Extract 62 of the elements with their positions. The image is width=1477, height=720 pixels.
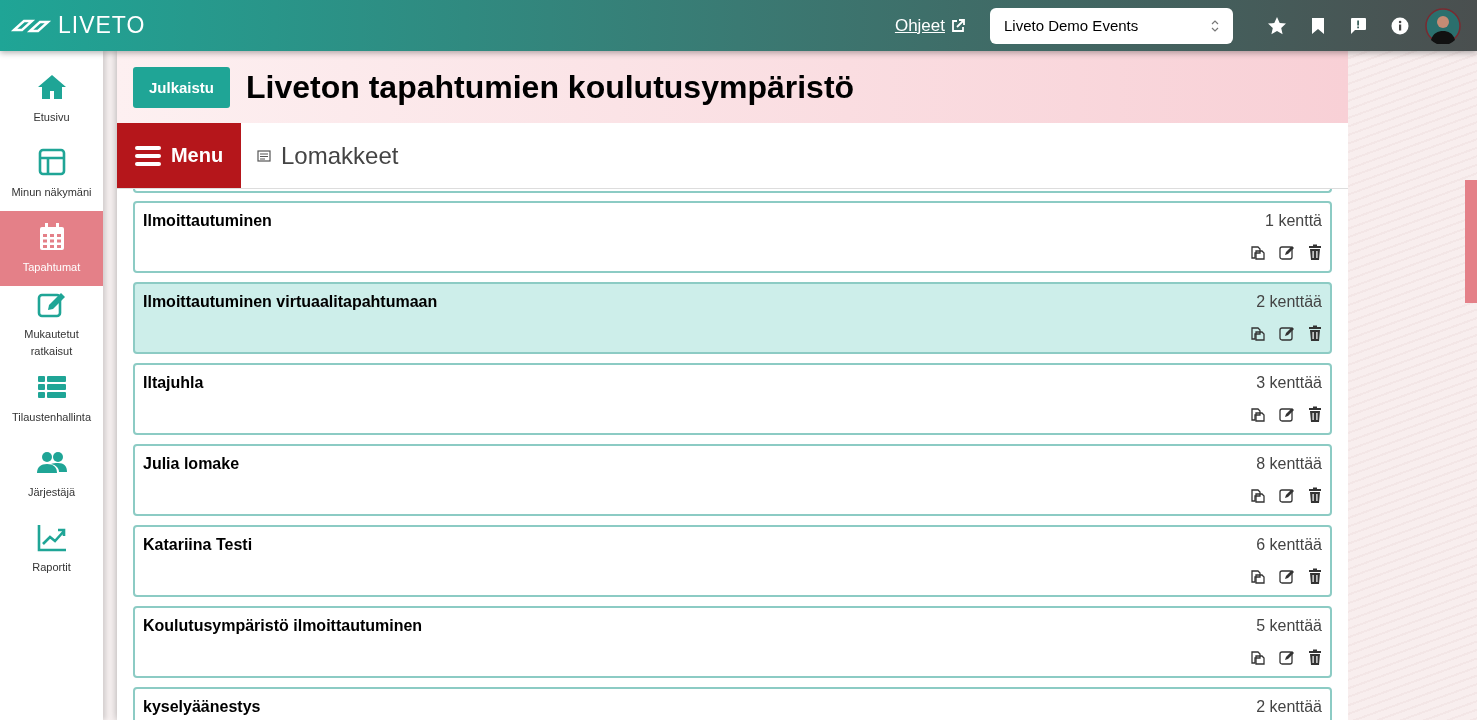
form-name: Iltajuhla [143,374,204,392]
trash-icon[interactable] [1308,568,1322,584]
form-card[interactable]: Ilmoittautuminen virtuaalitapahtumaan 2 kenttää [133,282,1332,354]
form-name: Koulutusympäristö ilmoittautuminen [143,617,423,635]
menu-icon [134,144,161,167]
form-card[interactable]: kyselyäänestys 2 kenttää [133,687,1332,720]
copy-icon[interactable] [1250,325,1266,341]
sidebar-item[interactable]: Raportit [0,511,103,586]
bookmark-icon[interactable] [1311,16,1325,35]
form-name: Ilmoittautuminen [143,212,272,230]
sidebar-item[interactable]: Minun näkymäni [0,136,103,211]
copy-icon[interactable] [1250,244,1266,260]
form-card[interactable]: Koulutusympäristö ilmoittautuminen 5 kenttää [133,606,1332,678]
form-card[interactable]: Katariina Testi 6 kenttää [133,525,1332,597]
trash-icon[interactable] [1308,487,1322,503]
trash-icon[interactable] [1308,244,1322,260]
help-link[interactable]: Ohjeet [894,15,945,36]
field-count: 1 kenttä [1265,212,1322,230]
trash-icon[interactable] [1308,649,1322,665]
field-count: 2 kenttää [1256,698,1322,716]
form-name: Ilmoittautuminen virtuaalitapahtumaan [143,293,438,311]
menu-button[interactable]: Menu [117,123,241,188]
copy-icon[interactable] [1250,406,1266,422]
edit-icon[interactable] [1279,487,1295,503]
form-name: kyselyäänestys [143,698,261,716]
field-count: 3 kenttää [1256,374,1322,392]
trash-icon[interactable] [1308,325,1322,341]
trash-icon[interactable] [1308,406,1322,422]
field-count: 8 kenttää [1256,455,1322,473]
scrollbar-thumb[interactable] [1465,180,1477,303]
sidebar-item[interactable]: Mukautetut ratkaisut [0,286,103,361]
copy-icon[interactable] [1250,487,1266,503]
edit-icon[interactable] [1279,568,1295,584]
form-card[interactable]: Ilmoittautuminen 1 kenttä [133,201,1332,273]
form-icon [257,149,271,162]
field-count: 6 kenttää [1256,536,1322,554]
event-title: Liveton tapahtumien koulutusympäristö [246,68,855,106]
sidebar-item[interactable]: Järjestäjä [0,436,103,511]
copy-icon[interactable] [1250,568,1266,584]
info-icon[interactable] [1391,16,1409,35]
feedback-icon[interactable] [1349,16,1367,35]
form-name: Julia lomake [143,455,240,473]
star-icon[interactable] [1267,15,1287,36]
field-count: 5 kenttää [1256,617,1322,635]
logo-icon [10,17,52,34]
chevron-updown-icon [1211,18,1219,33]
sidebar-item[interactable]: Etusivu [0,61,103,136]
edit-icon[interactable] [1279,244,1295,260]
user-avatar[interactable] [1425,7,1461,44]
edit-icon[interactable] [1279,406,1295,422]
copy-icon[interactable] [1250,649,1266,665]
edit-icon[interactable] [1279,325,1295,341]
form-card[interactable]: Julia lomake 8 kenttää [133,444,1332,516]
form-card[interactable]: Iltajuhla 3 kenttää [133,363,1332,435]
organizer-select[interactable]: Liveto Demo Events [990,7,1233,44]
status-badge: Julkaistu [133,66,231,108]
edit-icon[interactable] [1279,649,1295,665]
external-link-icon [950,17,966,34]
section-title: Lomakkeet [281,141,399,170]
form-name: Katariina Testi [143,536,253,554]
field-count: 2 kenttää [1256,293,1322,311]
sidebar-item[interactable]: Tilaustenhallinta [0,361,103,436]
